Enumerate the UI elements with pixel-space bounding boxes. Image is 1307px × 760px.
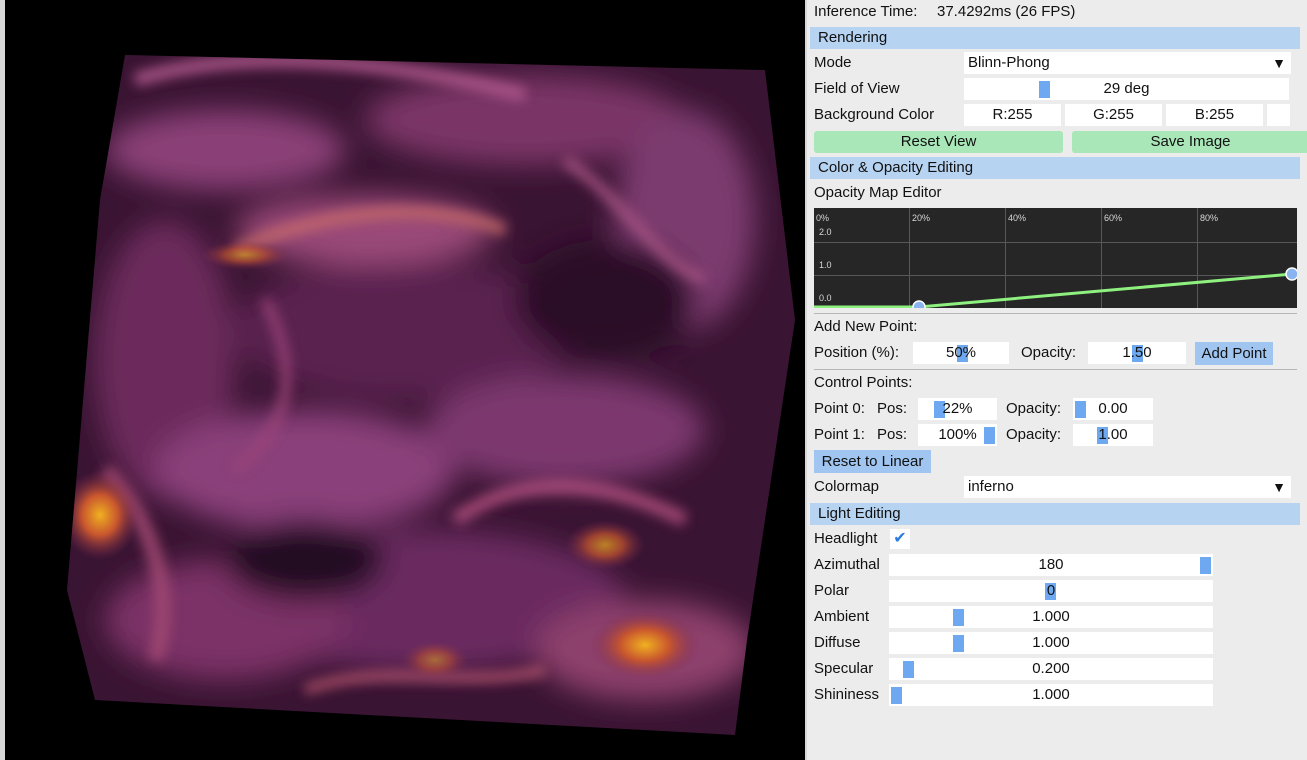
- fov-value: 29 deg: [1103, 80, 1150, 97]
- inference-time-value: 37.4292ms (26 FPS): [937, 3, 1076, 20]
- mode-select-value: Blinn-Phong: [968, 54, 1050, 71]
- control-panel: Inference Time: 37.4292ms (26 FPS) Rende…: [805, 0, 1307, 760]
- bg-blue-value: B:255: [1194, 106, 1235, 123]
- azimuthal-slider[interactable]: 180: [889, 554, 1213, 576]
- fov-label: Field of View: [814, 80, 900, 97]
- divider: [814, 313, 1297, 314]
- slider-handle[interactable]: [984, 427, 995, 444]
- add-point-button[interactable]: Add Point: [1195, 342, 1273, 365]
- point-1-opacity-value: 1.00: [1098, 426, 1128, 443]
- fov-slider[interactable]: 29 deg: [964, 78, 1289, 100]
- slider-handle[interactable]: [1039, 81, 1050, 98]
- light-section-header[interactable]: Light Editing: [810, 503, 1300, 525]
- add-new-point-label: Add New Point:: [814, 318, 918, 335]
- headlight-label: Headlight: [814, 530, 878, 547]
- chevron-down-icon: ▼: [1269, 53, 1289, 73]
- diffuse-value: 1.000: [1032, 634, 1070, 651]
- point-1-pos-label: Pos:: [877, 426, 908, 443]
- azimuthal-value: 180: [1038, 556, 1064, 573]
- headlight-checkbox[interactable]: ✔: [890, 529, 910, 549]
- mode-label: Mode: [814, 54, 852, 71]
- point-0-label: Point 0:: [814, 400, 865, 417]
- bg-red-field[interactable]: R:255: [964, 104, 1061, 126]
- point-0-pos-input[interactable]: 22%: [918, 398, 997, 420]
- colormap-select[interactable]: inferno ▼: [964, 476, 1291, 498]
- bg-green-field[interactable]: G:255: [1065, 104, 1162, 126]
- point-1-label: Point 1:: [814, 426, 865, 443]
- divider: [814, 369, 1297, 370]
- control-point-1-handle[interactable]: [1285, 267, 1297, 281]
- inference-time-label: Inference Time:: [814, 3, 918, 20]
- bg-blue-field[interactable]: B:255: [1166, 104, 1263, 126]
- position-label: Position (%):: [814, 344, 900, 361]
- specular-label: Specular: [814, 660, 874, 677]
- opacity-line: [814, 272, 1293, 308]
- colormap-label: Colormap: [814, 478, 880, 495]
- ambient-value: 1.000: [1032, 608, 1070, 625]
- colormap-select-value: inferno: [968, 478, 1014, 495]
- azimuthal-label: Azimuthal: [814, 556, 880, 573]
- bg-green-value: G:255: [1093, 106, 1134, 123]
- specular-value: 0.200: [1032, 660, 1070, 677]
- ambient-slider[interactable]: 1.000: [889, 606, 1213, 628]
- slider-handle[interactable]: [953, 635, 964, 652]
- opacity-map-editor-label: Opacity Map Editor: [814, 184, 942, 201]
- polar-value: 0: [1046, 582, 1056, 599]
- new-point-opacity-value: 1.50: [1122, 344, 1152, 361]
- point-0-pos-value: 22%: [942, 400, 973, 417]
- volume-render-image: [5, 0, 805, 760]
- slider-handle[interactable]: [1075, 401, 1086, 418]
- render-viewport[interactable]: [5, 0, 805, 760]
- background-color-label: Background Color: [814, 106, 935, 123]
- point-0-opacity-input[interactable]: 0.00: [1073, 398, 1153, 420]
- polar-slider[interactable]: 0: [889, 580, 1213, 602]
- save-image-button[interactable]: Save Image: [1072, 131, 1307, 153]
- slider-handle[interactable]: [891, 687, 902, 704]
- point-1-pos-value: 100%: [938, 426, 977, 443]
- new-point-opacity-input[interactable]: 1.50: [1088, 342, 1186, 364]
- shininess-slider[interactable]: 1.000: [889, 684, 1213, 706]
- bg-color-swatch[interactable]: [1267, 104, 1290, 126]
- point-1-opacity-label: Opacity:: [1006, 426, 1062, 443]
- opacity-map-editor[interactable]: 0% 20% 40% 60% 80% 2.0 1.0 0.0: [814, 208, 1297, 308]
- reset-to-linear-button[interactable]: Reset to Linear: [814, 450, 931, 473]
- diffuse-slider[interactable]: 1.000: [889, 632, 1213, 654]
- point-1-opacity-input[interactable]: 1.00: [1073, 424, 1153, 446]
- control-point-0-handle[interactable]: [912, 300, 926, 308]
- shininess-value: 1.000: [1032, 686, 1070, 703]
- slider-handle[interactable]: [953, 609, 964, 626]
- rendering-section-header[interactable]: Rendering: [810, 27, 1300, 49]
- point-0-opacity-value: 0.00: [1098, 400, 1128, 417]
- new-point-position-value: 50%: [945, 344, 977, 361]
- control-points-label: Control Points:: [814, 374, 913, 391]
- point-0-pos-label: Pos:: [877, 400, 908, 417]
- point-1-pos-input[interactable]: 100%: [918, 424, 997, 446]
- slider-handle[interactable]: [1200, 557, 1211, 574]
- mode-select[interactable]: Blinn-Phong ▼: [964, 52, 1291, 74]
- new-point-position-input[interactable]: 50%: [913, 342, 1009, 364]
- chevron-down-icon: ▼: [1269, 477, 1289, 497]
- new-point-opacity-label: Opacity:: [1021, 344, 1077, 361]
- reset-view-button[interactable]: Reset View: [814, 131, 1063, 153]
- shininess-label: Shininess: [814, 686, 880, 703]
- color-opacity-section-header[interactable]: Color & Opacity Editing: [810, 157, 1300, 179]
- specular-slider[interactable]: 0.200: [889, 658, 1213, 680]
- polar-label: Polar: [814, 582, 850, 599]
- opacity-curve: [814, 267, 1297, 308]
- diffuse-label: Diffuse: [814, 634, 861, 651]
- ambient-label: Ambient: [814, 608, 870, 625]
- bg-red-value: R:255: [992, 106, 1033, 123]
- point-0-opacity-label: Opacity:: [1006, 400, 1062, 417]
- slider-handle[interactable]: [903, 661, 914, 678]
- checkmark-icon: ✔: [893, 530, 907, 547]
